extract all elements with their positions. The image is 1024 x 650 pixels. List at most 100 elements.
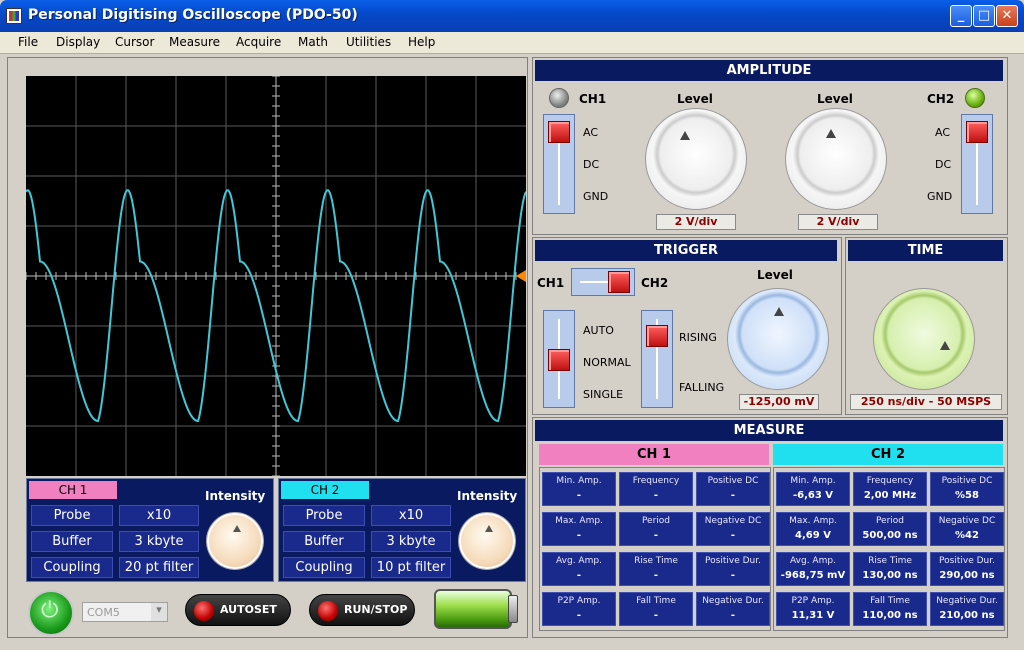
measure-ch1-cell: Frequency - (619, 472, 693, 506)
measure-label: Negative Dur. (702, 596, 764, 606)
menu-display[interactable]: Display (56, 35, 100, 49)
menu-cursor[interactable]: Cursor (115, 35, 154, 49)
trigger-edge-thumb[interactable] (646, 325, 668, 347)
ch2-coupling-thumb[interactable] (966, 121, 988, 143)
maximize-button[interactable]: □ (973, 5, 995, 27)
measure-value: - (576, 530, 582, 541)
measure-label: Negative DC (938, 516, 996, 526)
measure-ch1-cell: Positive DC - (696, 472, 770, 506)
measure-ch1-cell: Negative Dur. - (696, 592, 770, 626)
trigger-source-slider[interactable] (571, 268, 635, 296)
measure-label: Max. Amp. (555, 516, 603, 526)
ch1-probe-value[interactable]: x10 (119, 505, 199, 526)
ch2-buffer-value[interactable]: 3 kbyte (371, 531, 451, 552)
power-button[interactable] (28, 590, 74, 636)
trigger-edge-slider[interactable] (641, 310, 673, 408)
trigger-ch2-label: CH2 (641, 276, 669, 290)
trigger-source-thumb[interactable] (608, 271, 630, 293)
measure-value: - (576, 490, 582, 501)
time-base-knob[interactable] (873, 288, 975, 390)
trigger-mode-slider[interactable] (543, 310, 575, 408)
window-title: Personal Digitising Oscilloscope (PDO-50… (28, 7, 358, 23)
ch2-coupling-slider[interactable] (961, 114, 993, 214)
close-button[interactable]: ✕ (996, 5, 1018, 27)
ch1-ac-label: AC (583, 126, 599, 139)
ch1-intensity-knob[interactable] (207, 513, 263, 569)
ch2-tag: CH 2 (281, 481, 369, 499)
ch1-coupling-value[interactable]: 20 pt filter (119, 557, 199, 578)
measure-label: Negative DC (704, 516, 762, 526)
menu-utilities[interactable]: Utilities (346, 35, 391, 49)
measure-label: Max. Amp. (789, 516, 837, 526)
amp-ch1-label: CH1 (579, 92, 607, 106)
measure-value: - (576, 610, 582, 621)
trigger-falling-label: FALLING (679, 381, 725, 394)
trigger-level-knob[interactable] (727, 288, 829, 390)
measure-value: 130,00 ns (862, 570, 918, 581)
measure-value: - (653, 570, 659, 581)
autoset-label: AUTOSET (220, 603, 277, 616)
measure-value: 4,69 V (795, 530, 831, 541)
ch2-coupling-value[interactable]: 10 pt filter (371, 557, 451, 578)
ch2-intensity-label: Intensity (457, 489, 518, 503)
measure-ch2-cell: P2P Amp. 11,31 V (776, 592, 850, 626)
amplitude-panel: AMPLITUDE CH1 AC DC GND Level 2 V/div Le… (532, 57, 1008, 235)
minimize-button[interactable]: _ (950, 5, 972, 27)
measure-ch1-cell: Period - (619, 512, 693, 546)
trigger-single-label: SINGLE (583, 388, 624, 401)
measure-ch2-cell: Max. Amp. 4,69 V (776, 512, 850, 546)
measure-value: %58 (955, 490, 979, 501)
ch2-probe-label: Probe (283, 505, 365, 526)
measure-label: Avg. Amp. (790, 556, 836, 566)
trigger-ch1-label: CH1 (537, 276, 565, 290)
ch1-settings-panel: CH 1 Intensity Probe x10 Buffer 3 kbyte … (26, 478, 274, 582)
menu-file[interactable]: File (18, 35, 38, 49)
ch1-knob-pointer-icon (680, 131, 690, 140)
measure-label: Positive Dur. (705, 556, 761, 566)
run-stop-label: RUN/STOP (344, 603, 408, 616)
ch1-volts-div-knob[interactable] (645, 108, 747, 210)
measure-ch2-cell: Fall Time 110,00 ns (853, 592, 927, 626)
menu-measure[interactable]: Measure (169, 35, 220, 49)
amplitude-title: AMPLITUDE (535, 60, 1003, 81)
measure-value: 500,00 ns (862, 530, 918, 541)
ch2-settings-panel: CH 2 Intensity Probe x10 Buffer 3 kbyte … (278, 478, 526, 582)
measure-ch2-cell: Avg. Amp. -968,75 mV (776, 552, 850, 586)
measure-value: - (653, 530, 659, 541)
trigger-level-marker-icon (516, 270, 526, 282)
measure-ch2-cell: Negative Dur. 210,00 ns (930, 592, 1004, 626)
menu-help[interactable]: Help (408, 35, 435, 49)
measure-title: MEASURE (535, 420, 1003, 441)
measure-ch1-cell: Negative DC - (696, 512, 770, 546)
measure-ch2-cell: Positive Dur. 290,00 ns (930, 552, 1004, 586)
measure-value: - (730, 490, 736, 501)
ch1-level-label: Level (677, 92, 713, 106)
run-stop-button[interactable]: RUN/STOP (309, 594, 415, 626)
ch2-level-label: Level (817, 92, 853, 106)
measure-value: - (653, 490, 659, 501)
time-panel: TIME 250 ns/div - 50 MSPS (845, 237, 1008, 415)
ch1-coupling-slider[interactable] (543, 114, 575, 214)
ch1-coupling-thumb[interactable] (548, 121, 570, 143)
ch2-intensity-knob[interactable] (459, 513, 515, 569)
autoset-led-icon (194, 601, 214, 621)
menu-acquire[interactable]: Acquire (236, 35, 281, 49)
ch2-probe-value[interactable]: x10 (371, 505, 451, 526)
ch1-intensity-label: Intensity (205, 489, 266, 503)
menu-math[interactable]: Math (298, 35, 328, 49)
measure-label: P2P Amp. (557, 596, 601, 606)
ch2-volts-div-knob[interactable] (785, 108, 887, 210)
measure-value: 110,00 ns (862, 610, 918, 621)
title-bar: Personal Digitising Oscilloscope (PDO-50… (0, 0, 1024, 32)
scope-screen[interactable] (25, 75, 527, 477)
autoset-button[interactable]: AUTOSET (185, 594, 291, 626)
measure-value: - (730, 570, 736, 581)
measure-ch2-header: CH 2 (773, 444, 1003, 465)
ch1-buffer-value[interactable]: 3 kbyte (119, 531, 199, 552)
measure-value: - (653, 610, 659, 621)
run-stop-led-icon (318, 601, 338, 621)
trigger-mode-thumb[interactable] (548, 349, 570, 371)
trigger-rising-label: RISING (679, 331, 717, 344)
com-port-select[interactable]: COM5 (82, 602, 168, 622)
trigger-normal-label: NORMAL (583, 356, 631, 369)
